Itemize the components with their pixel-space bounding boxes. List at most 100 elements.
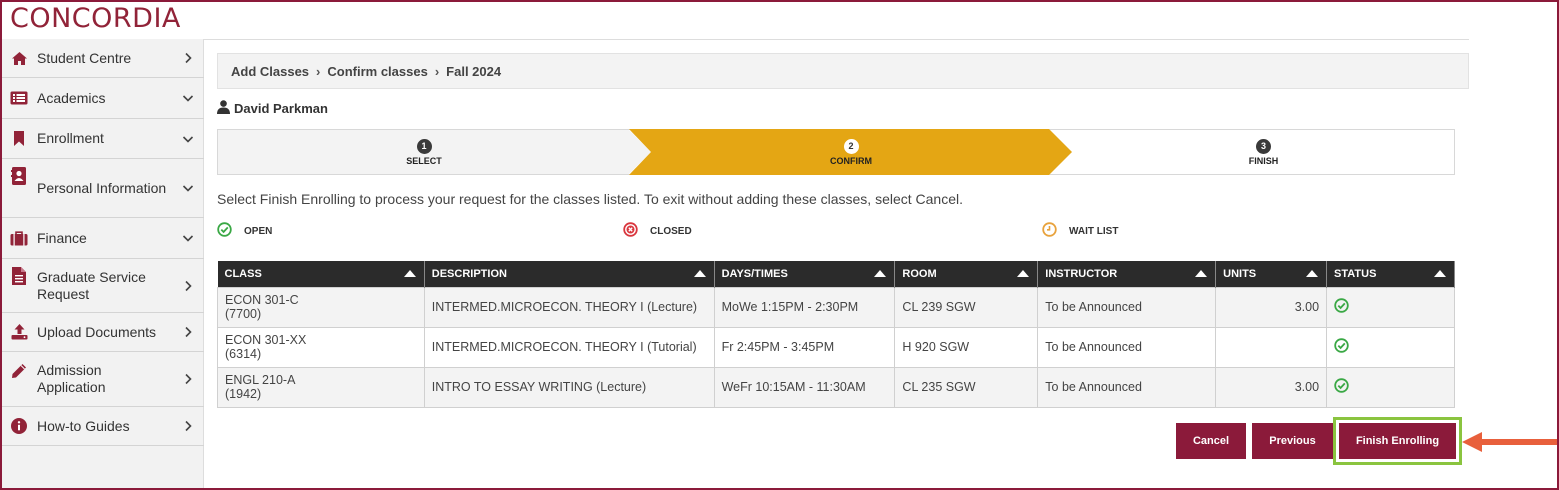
sidebar-item-label: Admission Application [37,362,106,395]
class-cell: ENGL 210-A (1942) [217,366,425,408]
sidebar-item-label: Graduate Service Request [37,268,146,302]
chevron-right-icon [185,326,192,338]
closed-x-icon [623,222,638,240]
sidebar-item-enrollment[interactable]: Enrollment [2,119,204,159]
chevron-down-icon [182,235,194,242]
class-cell: ECON 301-XX (6314) [217,326,425,368]
chevron-down-icon [182,135,194,143]
sidebar-item-student-centre[interactable]: Student Centre [2,39,204,78]
breadcrumb-item-term: Fall 2024 [446,63,502,79]
column-header-room[interactable]: ROOM [894,261,1039,287]
student-name: David Parkman [217,100,328,117]
student-name-text: David Parkman [234,101,328,116]
previous-button[interactable]: Previous [1252,423,1333,459]
chevron-right-icon [185,280,192,291]
step-label: SELECT [406,155,442,166]
info-icon [10,417,28,435]
column-header-description[interactable]: DESCRIPTION [424,261,715,287]
class-cell: ECON 301-C (7700) [217,286,425,328]
units-cell: 3.00 [1215,286,1328,328]
room-cell: H 920 SGW [894,326,1039,368]
cancel-button[interactable]: Cancel [1176,423,1246,459]
step-select: 1 SELECT [217,129,631,175]
sort-ascending-icon[interactable] [403,270,416,277]
instructor-cell: To be Announced [1037,286,1217,328]
table-header-row: CLASS DESCRIPTION DAYS/TIMES ROOM INSTRU… [217,261,1455,287]
home-icon [10,49,28,67]
status-cell [1326,286,1455,328]
sidebar-item-academics[interactable]: Academics [2,78,204,119]
column-header-days-times[interactable]: DAYS/TIMES [714,261,896,287]
sidebar-nav: Student Centre Academics Enrollment Pers… [2,39,204,488]
breadcrumb-item-confirm-classes[interactable]: Confirm classes [327,64,427,79]
pointer-arrow-icon [1462,432,1557,452]
class-code: ECON 301-XX [225,333,307,347]
class-code: ECON 301-C [225,293,299,307]
sidebar-item-label: Personal Information [37,179,167,196]
sidebar-item-personal-information[interactable]: Personal Information [2,159,204,218]
contact-card-icon [10,167,28,185]
user-icon [217,100,230,117]
step-label: CONFIRM [830,155,872,166]
days-times-cell: WeFr 10:15AM - 11:30AM [713,366,896,408]
sidebar-item-how-to-guides[interactable]: How-to Guides [2,407,204,446]
breadcrumb-item-add-classes[interactable]: Add Classes [231,64,309,79]
finish-enrolling-button[interactable]: Finish Enrolling [1339,423,1456,459]
open-status-icon [1334,378,1349,393]
sort-ascending-icon[interactable] [1306,270,1319,277]
table-row: ECON 301-C (7700) INTERMED.MICROECON. THE… [217,286,1455,328]
sidebar-item-label: Upload Documents [37,323,157,340]
concordia-logo[interactable]: CONCORDIA [10,3,181,34]
description-cell: INTERMED.MICROECON. THEORY I (Tutorial) [423,326,715,368]
sidebar-item-upload-documents[interactable]: Upload Documents [2,313,204,352]
header-divider [204,39,1469,40]
pencil-icon [10,362,28,380]
class-number: (7700) [225,307,262,321]
chevron-right-icon [185,52,192,64]
step-label: FINISH [1248,155,1279,166]
chevron-down-icon [182,185,194,192]
instructor-cell: To be Announced [1037,366,1217,408]
column-header-class[interactable]: CLASS [217,261,425,287]
days-times-cell: MoWe 1:15PM - 2:30PM [713,286,896,328]
days-times-cell: Fr 2:45PM - 3:45PM [713,326,896,368]
class-code: ENGL 210-A [225,373,296,387]
units-cell [1215,326,1328,368]
sidebar-item-finance[interactable]: Finance [2,218,204,259]
legend-label: WAIT LIST [1069,225,1119,237]
status-cell [1326,326,1455,368]
instructor-cell: To be Announced [1037,326,1217,368]
sort-ascending-icon[interactable] [693,270,706,277]
column-header-status[interactable]: STATUS [1326,261,1455,287]
briefcase-icon [10,229,28,247]
enrollment-progress-steps: 1 SELECT 2 CONFIRM 3 FINISH [217,129,1455,175]
legend-open: OPEN [217,222,272,240]
classes-table: CLASS DESCRIPTION DAYS/TIMES ROOM INSTRU… [217,261,1455,408]
document-icon [10,267,28,285]
instructions-text: Select Finish Enrolling to process your … [217,191,964,207]
sidebar-item-admission-application[interactable]: Admission Application [2,352,204,407]
sidebar-item-graduate-service-request[interactable]: Graduate Service Request [2,259,204,313]
sort-ascending-icon[interactable] [874,270,887,277]
column-header-units[interactable]: UNITS [1215,261,1328,287]
sort-ascending-icon[interactable] [1434,270,1446,277]
description-cell: INTRO TO ESSAY WRITING (Lecture) [423,366,715,408]
step-confirm: 2 CONFIRM [641,129,1061,175]
legend-wait-list: WAIT LIST [1042,222,1118,240]
room-cell: CL 235 SGW [894,366,1039,408]
sort-ascending-icon[interactable] [1195,270,1208,277]
sort-ascending-icon[interactable] [1017,270,1030,277]
units-cell: 3.00 [1215,366,1328,408]
breadcrumb: Add Classes › Confirm classes › Fall 202… [217,53,1469,89]
table-row: ECON 301-XX (6314) INTERMED.MICROECON. TH… [217,326,1455,368]
column-header-instructor[interactable]: INSTRUCTOR [1037,261,1217,287]
class-number: (1942) [225,387,262,401]
room-cell: CL 239 SGW [894,286,1039,328]
breadcrumb-separator-icon: › [434,63,440,79]
sidebar-item-label: Finance [37,229,87,246]
step-number: 3 [1256,138,1271,154]
table-row: ENGL 210-A (1942) INTRO TO ESSAY WRITING … [217,366,1455,408]
bookmark-icon [10,130,28,148]
chevron-right-icon [185,373,192,385]
breadcrumb-separator-icon: › [316,63,321,79]
